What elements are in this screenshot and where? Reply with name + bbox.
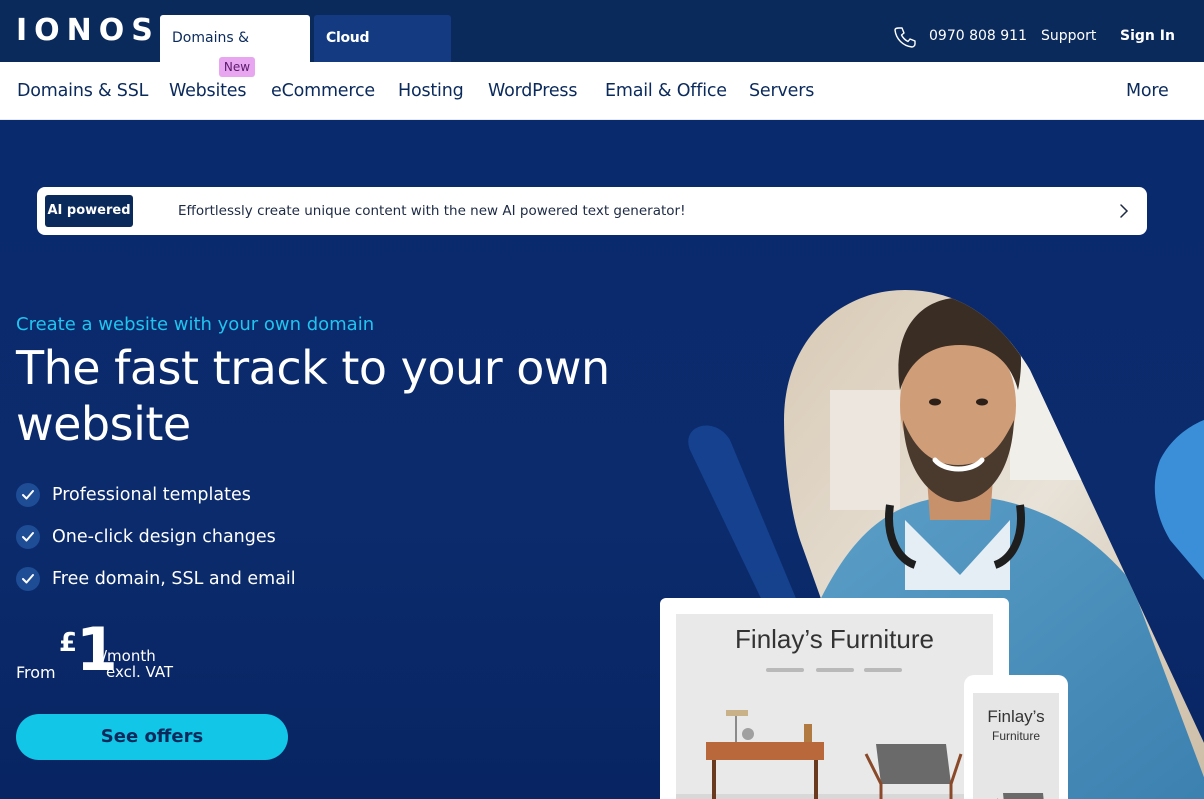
mockup-title: Finlay’s Furniture <box>735 624 934 654</box>
mockup-nav-dash <box>766 668 804 672</box>
hero-kicker: Create a website with your own domain <box>16 314 375 335</box>
tab-cloud-computing[interactable]: Cloud Computing <box>314 15 451 93</box>
tab-domains-hosting[interactable]: Domains & Hosting <box>160 15 310 93</box>
website-mockup-monitor: Finlay’s Furniture <box>660 598 1009 799</box>
ai-promo-banner[interactable]: AI powered Effortlessly create unique co… <box>37 187 1147 235</box>
ai-powered-badge: AI powered <box>45 195 133 227</box>
furniture-illustration <box>676 710 993 799</box>
feature-text: One-click design changes <box>52 527 276 547</box>
sign-in-link[interactable]: Sign In <box>1120 28 1175 44</box>
nav-item-hosting[interactable]: Hosting <box>398 81 464 101</box>
chevron-right-icon[interactable] <box>1117 199 1131 223</box>
see-offers-button[interactable]: See offers <box>16 714 288 760</box>
hero-section: AI powered Effortlessly create unique co… <box>0 120 1204 799</box>
nav-item-servers[interactable]: Servers <box>749 81 814 101</box>
hero-headline: The fast track to your own website <box>16 341 610 451</box>
ionos-logo[interactable]: IONOS <box>16 14 160 48</box>
phone-mockup-subtitle: Furniture <box>991 729 1041 743</box>
nav-item-email-office[interactable]: Email & Office <box>605 81 727 101</box>
phone-number[interactable]: 0970 808 911 <box>929 28 1027 44</box>
phone-furniture-illustration <box>997 793 1044 799</box>
check-icon <box>16 567 40 591</box>
mockup-nav-dash <box>816 668 854 672</box>
nav-item-wordpress[interactable]: WordPress <box>488 81 577 101</box>
website-mockup-phone: Finlay’s Furniture <box>964 675 1068 799</box>
nav-item-ecommerce[interactable]: eCommerce <box>271 81 375 101</box>
ai-promo-text: Effortlessly create unique content with … <box>178 203 686 219</box>
nav-item-domains-ssl[interactable]: Domains & SSL <box>17 81 148 101</box>
nav-item-more[interactable]: More <box>1126 81 1169 101</box>
price-vat-note: excl. VAT <box>106 663 174 681</box>
price-currency: £ <box>59 628 78 658</box>
new-badge: New <box>219 57 255 77</box>
feature-text: Professional templates <box>52 485 251 505</box>
main-nav: Domains & SSL Websites eCommerce Hosting… <box>0 62 1204 120</box>
feature-text: Free domain, SSL and email <box>52 569 296 589</box>
top-bar: IONOS Domains & Hosting Cloud Computing … <box>0 0 1204 93</box>
phone-icon <box>894 27 916 48</box>
check-icon <box>16 525 40 549</box>
mockup-nav-dash <box>864 668 902 672</box>
nav-item-websites[interactable]: Websites <box>169 81 246 101</box>
phone-mockup-screen: Finlay’s Furniture <box>973 693 1059 799</box>
check-icon <box>16 483 40 507</box>
support-link[interactable]: Support <box>1041 28 1096 44</box>
mockup-screen: Finlay’s Furniture <box>676 614 993 799</box>
price-from: From <box>16 663 56 682</box>
phone-mockup-title: Finlay’s <box>987 707 1045 726</box>
